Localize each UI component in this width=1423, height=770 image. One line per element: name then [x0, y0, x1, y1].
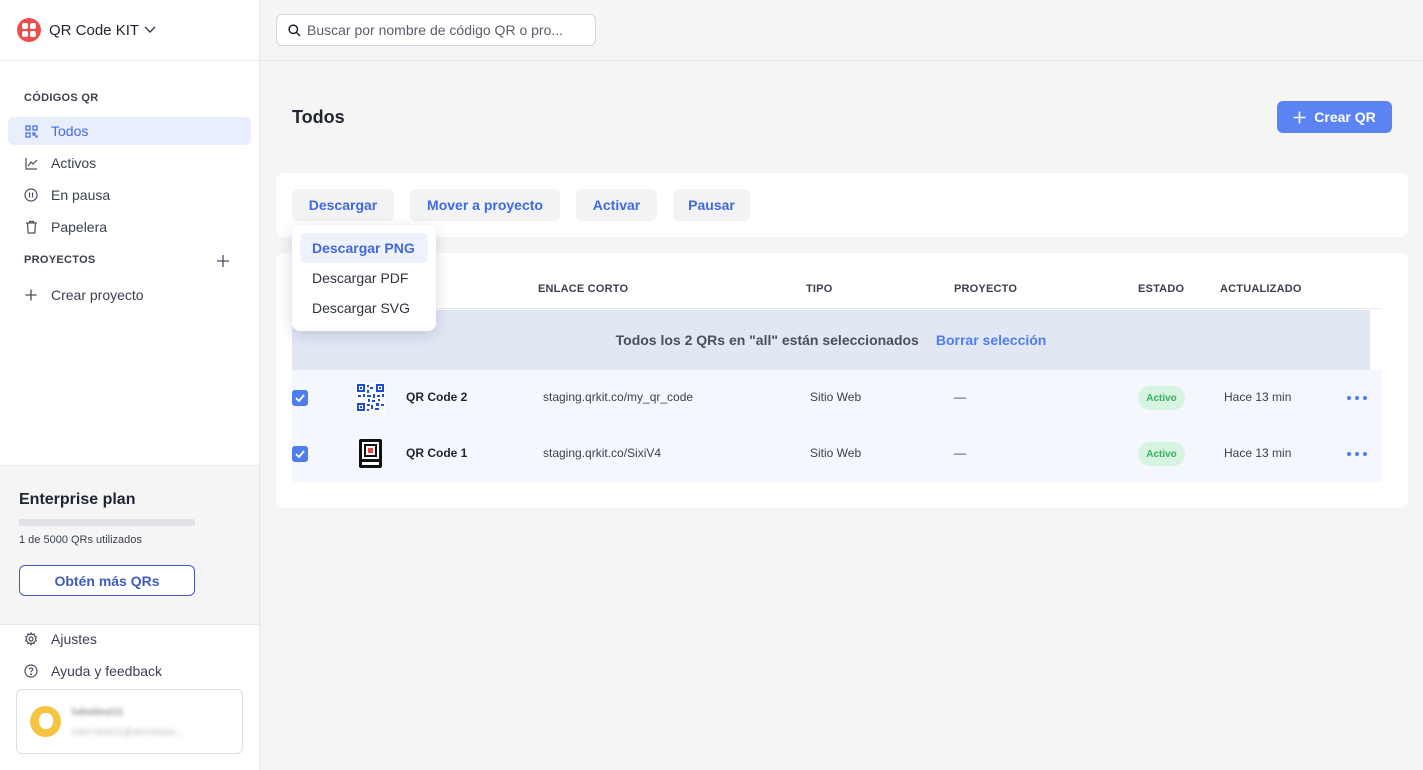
move-to-project-button[interactable]: Mover a proyecto — [410, 189, 560, 221]
sidebar-item-label: Papelera — [51, 219, 108, 235]
plus-icon — [24, 288, 38, 302]
sidebar-item-ajustes[interactable]: Ajustes — [8, 625, 251, 653]
bulk-actions-bar: Descargar Mover a proyecto Activar Pausa… — [276, 173, 1408, 237]
more-options-icon[interactable] — [1347, 390, 1367, 406]
activate-button[interactable]: Activar — [576, 189, 657, 221]
avatar — [30, 706, 61, 737]
grid-icon — [24, 124, 38, 138]
updated-time: Hace 13 min — [1224, 390, 1292, 404]
status-badge: Activo — [1138, 386, 1185, 410]
sidebar-item-en-pausa[interactable]: En pausa — [8, 181, 251, 209]
gear-icon — [24, 632, 38, 646]
help-icon — [24, 664, 38, 678]
sidebar-item-todos[interactable]: Todos — [8, 117, 251, 145]
column-header-project[interactable]: PROYECTO — [954, 283, 1017, 295]
sidebar-item-ayuda[interactable]: Ayuda y feedback — [8, 657, 251, 685]
qr-project: — — [954, 390, 966, 404]
create-qr-button[interactable]: Crear QR — [1277, 101, 1392, 133]
menu-item-download-pdf[interactable]: Descargar PDF — [300, 263, 428, 293]
qr-thumbnail-icon — [359, 439, 382, 468]
qr-name[interactable]: QR Code 1 — [406, 446, 467, 460]
header-divider — [292, 308, 1382, 309]
row-checkbox[interactable] — [292, 390, 308, 406]
search-icon — [288, 23, 301, 37]
workspace-switcher[interactable]: QR Code KIT — [0, 0, 259, 61]
sidebar-item-activos[interactable]: Activos — [8, 149, 251, 177]
trash-icon — [24, 220, 38, 234]
create-project-button[interactable]: Crear proyecto — [8, 281, 251, 309]
column-header-short-link[interactable]: ENLACE CORTO — [538, 283, 628, 295]
plus-icon — [1293, 111, 1306, 124]
brand-logo-icon — [17, 18, 41, 42]
table-row[interactable]: QR Code 2 staging.qrkit.co/my_qr_code Si… — [292, 370, 1382, 426]
row-checkbox[interactable] — [292, 446, 308, 462]
qr-table: ENLACE CORTO TIPO PROYECTO ESTADO ACTUAL… — [276, 253, 1408, 508]
pause-button[interactable]: Pausar — [673, 189, 750, 221]
selection-banner: Todos los 2 QRs en "all" están seleccion… — [292, 310, 1370, 370]
sidebar: QR Code KIT CÓDIGOS QR Todos Activos En … — [0, 0, 260, 770]
create-project-label: Crear proyecto — [51, 287, 144, 303]
sidebar-item-label: Todos — [51, 123, 89, 139]
search-input[interactable] — [307, 22, 587, 38]
sidebar-item-papelera[interactable]: Papelera — [8, 213, 251, 241]
download-menu: Descargar PNG Descargar PDF Descargar SV… — [292, 225, 436, 331]
help-label: Ayuda y feedback — [51, 663, 163, 679]
menu-item-download-svg[interactable]: Descargar SVG — [300, 293, 428, 323]
plan-usage-text: 1 de 5000 QRs utilizados — [19, 534, 142, 546]
short-link[interactable]: staging.qrkit.co/my_qr_code — [543, 390, 693, 404]
settings-label: Ajustes — [51, 631, 97, 647]
column-header-type[interactable]: TIPO — [806, 283, 832, 295]
qr-type: Sitio Web — [810, 446, 862, 460]
table-row[interactable]: QR Code 1 staging.qrkit.co/SixiV4 Sitio … — [292, 426, 1382, 482]
status-badge: Activo — [1138, 442, 1185, 466]
column-header-status[interactable]: ESTADO — [1138, 283, 1184, 295]
page-title: Todos — [292, 107, 345, 127]
sidebar-item-label: En pausa — [51, 187, 111, 203]
qr-project: — — [954, 446, 966, 460]
get-more-qrs-button[interactable]: Obtén más QRs — [19, 565, 195, 596]
brand-name: QR Code KIT — [49, 21, 140, 39]
qr-thumbnail-icon — [356, 383, 385, 412]
qr-name[interactable]: QR Code 2 — [406, 390, 467, 404]
search-box[interactable] — [276, 14, 596, 46]
user-email: luke+test11@atomicpix... — [72, 727, 184, 738]
chart-icon — [24, 156, 38, 170]
pause-icon — [24, 188, 38, 202]
user-name: lukeitest11 — [72, 707, 124, 718]
plan-panel: Enterprise plan 1 de 5000 QRs utilizados… — [0, 465, 259, 625]
add-project-icon[interactable] — [214, 252, 232, 270]
projects-section-title: PROYECTOS — [24, 254, 96, 266]
updated-time: Hace 13 min — [1224, 446, 1292, 460]
column-header-updated[interactable]: ACTUALIZADO — [1220, 283, 1302, 295]
plan-usage-bar — [19, 519, 195, 526]
short-link[interactable]: staging.qrkit.co/SixiV4 — [543, 446, 661, 460]
clear-selection-link[interactable]: Borrar selección — [936, 332, 1047, 348]
menu-item-download-png[interactable]: Descargar PNG — [300, 233, 428, 263]
topbar — [260, 0, 1423, 61]
qr-type: Sitio Web — [810, 390, 862, 404]
chevron-down-icon — [143, 25, 157, 35]
qr-section-title: CÓDIGOS QR — [24, 92, 99, 104]
more-options-icon[interactable] — [1347, 446, 1367, 462]
user-card[interactable]: lukeitest11 luke+test11@atomicpix... — [16, 689, 243, 754]
selection-text: Todos los 2 QRs en "all" están seleccion… — [615, 332, 919, 348]
sidebar-item-label: Activos — [51, 155, 97, 171]
download-button[interactable]: Descargar — [292, 189, 394, 221]
create-qr-label: Crear QR — [1314, 109, 1376, 125]
plan-title: Enterprise plan — [19, 491, 136, 508]
